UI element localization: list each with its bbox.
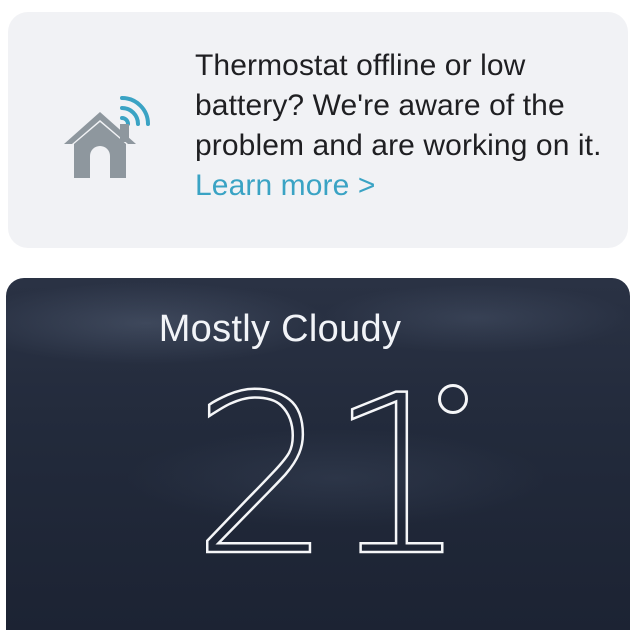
- weather-panel: Mostly Cloudy 21: [6, 278, 630, 630]
- house-wifi-icon: [64, 96, 150, 178]
- weather-condition: Mostly Cloudy: [158, 308, 402, 350]
- temperature-value: 21: [191, 348, 469, 604]
- learn-more-link[interactable]: Learn more >: [195, 169, 375, 202]
- degree-symbol: [438, 384, 468, 414]
- thermostat-alert-card: Thermostat offline or low battery? We're…: [8, 12, 628, 248]
- page: Thermostat offline or low battery? We're…: [0, 0, 640, 636]
- alert-message-text: Thermostat offline or low battery? We're…: [195, 49, 602, 162]
- alert-message: Thermostat offline or low battery? We're…: [195, 46, 615, 206]
